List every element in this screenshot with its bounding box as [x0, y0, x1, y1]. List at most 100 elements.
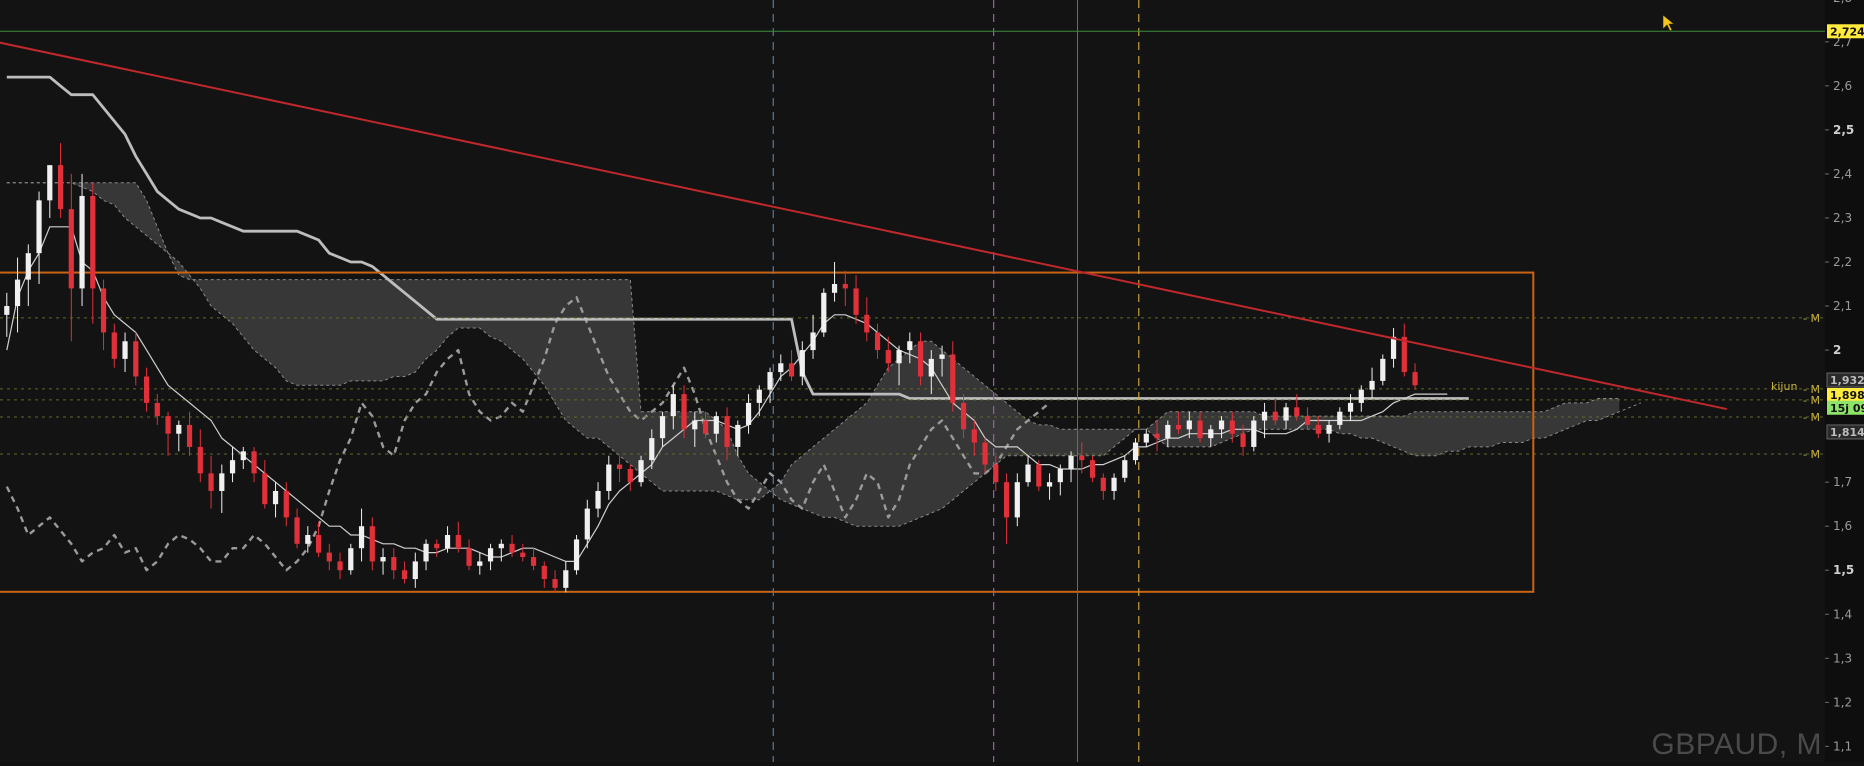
candle-bearish: [57, 165, 64, 210]
kijun-label: kijun: [1771, 380, 1797, 393]
candle-bullish: [584, 508, 590, 540]
candle-bullish: [1014, 482, 1020, 518]
candle-bearish: [864, 314, 870, 333]
candle-bearish: [391, 557, 397, 571]
candle-bullish: [659, 416, 666, 439]
price-tag-label: 1,898: [1830, 389, 1864, 402]
candle-bullish: [573, 539, 580, 571]
candle-bullish: [1186, 420, 1192, 430]
candle-bearish: [208, 473, 214, 491]
candle-bearish: [337, 561, 343, 571]
candle-bullish: [1218, 420, 1225, 430]
candle-bullish: [1326, 424, 1332, 434]
candle-bullish: [1046, 482, 1053, 487]
candle-bearish: [68, 209, 74, 289]
candle-bullish: [4, 306, 10, 315]
candle-bearish: [1175, 424, 1182, 430]
candle-bullish: [1358, 389, 1364, 403]
candle-bullish: [358, 526, 365, 549]
candle-bullish: [412, 561, 418, 580]
candle-bearish: [143, 376, 150, 403]
chart-canvas[interactable]: - M- M- M- M- Mkijun2,82,72,62,52,42,32,…: [0, 0, 1864, 762]
candle-bullish: [1132, 442, 1139, 461]
candle-bullish: [348, 548, 354, 571]
candle-bullish: [649, 438, 655, 461]
candle-bullish: [563, 570, 569, 588]
price-tag-label: 1,932: [1830, 374, 1864, 387]
candle-bearish: [100, 288, 107, 333]
candle-bullish: [1111, 477, 1117, 491]
y-axis-tick-label: 1,1: [1833, 739, 1852, 753]
candle-bullish: [1143, 433, 1149, 443]
price-chart[interactable]: - M- M- M- M- Mkijun2,82,72,62,52,42,32,…: [0, 0, 1864, 762]
y-axis-tick-label: 2,8: [1833, 0, 1852, 5]
candle-bearish: [434, 543, 440, 549]
candle-bearish: [1079, 455, 1085, 461]
y-axis-tick-label: 1,2: [1833, 695, 1852, 709]
candle-bearish: [315, 535, 322, 553]
candle-bullish: [14, 279, 21, 307]
candle-bullish: [831, 284, 838, 293]
y-axis-tick-label: 1,7: [1833, 475, 1852, 489]
candle-bearish: [1294, 407, 1300, 417]
candle-bearish: [885, 350, 891, 364]
candle-bullish: [1369, 380, 1375, 390]
candle-bearish: [455, 535, 461, 549]
candle-bullish: [1337, 411, 1343, 425]
candle-bullish: [606, 464, 612, 491]
candle-bullish: [778, 363, 784, 373]
candle-bearish: [724, 416, 730, 447]
y-axis-tick-label: 2,2: [1833, 255, 1852, 269]
candle-bearish: [842, 284, 848, 289]
candle-bearish: [681, 394, 687, 430]
y-axis-tick-label: 2,3: [1833, 211, 1852, 225]
y-axis-tick-label: 1,6: [1833, 519, 1852, 533]
candle-bullish: [487, 548, 494, 562]
candle-bearish: [1229, 420, 1235, 434]
candle-bullish: [767, 372, 773, 390]
candle-bullish: [380, 557, 386, 562]
candle-bullish: [1122, 460, 1128, 478]
candle-bearish: [154, 402, 160, 417]
candle-bearish: [541, 565, 547, 580]
candle-bullish: [1025, 464, 1031, 483]
y-axis-tick-label: 2,4: [1833, 167, 1852, 181]
candle-bearish: [1401, 336, 1407, 373]
candle-bearish: [853, 288, 859, 315]
candle-bullish: [928, 358, 934, 377]
candle-bearish: [788, 363, 795, 377]
candle-bullish: [47, 165, 53, 201]
candle-bullish: [1347, 402, 1354, 412]
price-tag-label: 15j 09: [1830, 402, 1864, 415]
candle-bullish: [444, 535, 451, 549]
candle-bearish: [90, 195, 96, 289]
candle-bearish: [1197, 420, 1203, 439]
candle-bullish: [229, 460, 236, 474]
candle-bullish: [939, 354, 945, 359]
y-axis-tick-label: 2: [1833, 343, 1841, 357]
candle-bearish: [326, 552, 332, 562]
candle-bullish: [176, 424, 182, 434]
candle-bullish: [1390, 336, 1397, 359]
candle-bearish: [520, 552, 526, 558]
candle-bearish: [552, 579, 558, 588]
candle-bearish: [251, 451, 257, 474]
candle-bullish: [1057, 468, 1063, 483]
candle-bullish: [670, 394, 676, 417]
candle-bearish: [1240, 433, 1246, 447]
level-label-3: - M: [1803, 411, 1820, 424]
candle-bullish: [36, 200, 42, 254]
y-axis-tick-label: 2,6: [1833, 79, 1852, 93]
candle-bearish: [1412, 372, 1418, 386]
y-axis-tick-label: 1,3: [1833, 651, 1852, 665]
candle-bearish: [874, 332, 881, 351]
y-axis-tick-label: 2,1: [1833, 299, 1852, 313]
candle-bearish: [1154, 433, 1160, 439]
candle-bullish: [498, 543, 504, 549]
candle-bearish: [1100, 477, 1106, 491]
level-label-4: - M: [1803, 448, 1820, 461]
candle-bearish: [1304, 416, 1311, 425]
candle-bearish: [627, 468, 633, 483]
candle-bearish: [369, 526, 375, 562]
candle-bearish: [1036, 464, 1042, 487]
